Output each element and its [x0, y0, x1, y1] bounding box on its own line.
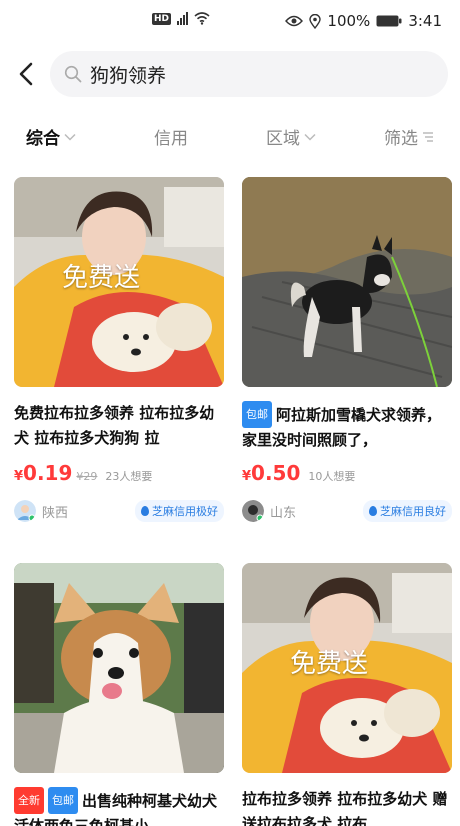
shipping-tag: 包邮: [242, 401, 272, 428]
product-title-text: 出售纯种柯基犬幼犬活体两色三色柯基小: [14, 792, 218, 826]
product-card[interactable]: 包邮 阿拉斯加雪橇犬求领养，家里没时间照顾了， ¥0.50 10人想要 山东 芝麻…: [242, 177, 452, 523]
clock: 3:41: [408, 12, 442, 30]
credit-icon: [141, 506, 149, 516]
credit-badge: 芝麻信用良好: [363, 500, 452, 522]
avatar[interactable]: [14, 500, 36, 522]
want-count: 23人想要: [105, 470, 153, 483]
filter-label: 区域: [266, 129, 300, 149]
filter-label: 信用: [154, 129, 188, 149]
product-image: 免费送: [242, 563, 452, 773]
status-bar: HD 100% 3:41: [0, 0, 460, 44]
search-icon: [64, 65, 82, 83]
credit-label: 芝麻信用极好: [152, 505, 218, 518]
price: ¥0.19: [14, 461, 72, 485]
seller-row: 陕西 芝麻信用极好: [14, 499, 224, 523]
shipping-tag: 包邮: [48, 787, 78, 814]
credit-icon: [369, 506, 377, 516]
filter-bar: 综合 信用 区域 筛选: [0, 112, 460, 156]
product-title: 包邮 阿拉斯加雪橇犬求领养，家里没时间照顾了，: [242, 401, 452, 451]
product-image: [242, 177, 452, 387]
seller-location: 陕西: [42, 505, 69, 521]
filter-screen[interactable]: 筛选: [384, 124, 434, 149]
chevron-down-icon: [64, 133, 76, 141]
search-bar: 狗狗领养: [0, 48, 460, 102]
search-query: 狗狗领养: [90, 64, 167, 87]
filter-label: 综合: [26, 129, 60, 149]
battery-percent: 100%: [327, 12, 371, 30]
filter-comprehensive[interactable]: 综合: [26, 124, 76, 149]
product-title: 全新 包邮 出售纯种柯基犬幼犬活体两色三色柯基小: [14, 787, 224, 826]
eye-icon: [285, 15, 304, 27]
back-arrow-icon[interactable]: [14, 61, 40, 87]
price: ¥0.50: [242, 461, 300, 485]
search-input[interactable]: 狗狗领养: [50, 51, 448, 97]
original-price: ¥29: [76, 470, 98, 483]
hd-badge: HD: [152, 12, 172, 25]
avatar[interactable]: [242, 500, 264, 522]
new-tag: 全新: [14, 787, 44, 814]
want-count: 10人想要: [308, 470, 356, 483]
filter-icon: [423, 131, 433, 142]
signal-icon: [177, 12, 189, 25]
filter-label: 筛选: [384, 129, 418, 149]
price-amount: 0.50: [251, 461, 301, 485]
price-symbol: ¥: [14, 469, 24, 484]
product-image: [14, 563, 224, 773]
image-overlay-text: 免费送: [62, 263, 141, 293]
image-overlay-text: 免费送: [290, 649, 369, 679]
price-symbol: ¥: [242, 469, 252, 484]
seller-row: 山东 芝麻信用良好: [242, 499, 452, 523]
product-card[interactable]: 免费送 免费拉布拉多领养 拉布拉多幼犬 拉布拉多犬狗狗 拉 ¥0.19 ¥29 …: [14, 177, 224, 523]
price-row: ¥0.50 10人想要: [242, 461, 452, 485]
battery-icon: [376, 15, 402, 27]
price-row: ¥0.19 ¥29 23人想要: [14, 461, 224, 485]
price-amount: 0.19: [23, 461, 73, 485]
credit-badge: 芝麻信用极好: [135, 500, 224, 522]
product-title: 免费拉布拉多领养 拉布拉多幼犬 拉布拉多犬狗狗 拉: [14, 404, 215, 447]
location-icon: [309, 13, 322, 29]
credit-label: 芝麻信用良好: [380, 505, 446, 518]
seller-location: 山东: [270, 505, 297, 521]
filter-region[interactable]: 区域: [266, 124, 316, 149]
product-card[interactable]: 全新 包邮 出售纯种柯基犬幼犬活体两色三色柯基小: [14, 563, 224, 826]
product-card[interactable]: 免费送 拉布拉多领养 拉布拉多幼犬 赠送拉布拉多犬 拉布: [242, 563, 452, 826]
filter-credit[interactable]: 信用: [154, 124, 188, 149]
chevron-down-icon: [304, 133, 316, 141]
status-network: HD: [152, 12, 210, 25]
wifi-icon: [194, 12, 210, 25]
product-title: 拉布拉多领养 拉布拉多幼犬 赠送拉布拉多犬 拉布: [242, 790, 448, 826]
product-image: 免费送: [14, 177, 224, 387]
